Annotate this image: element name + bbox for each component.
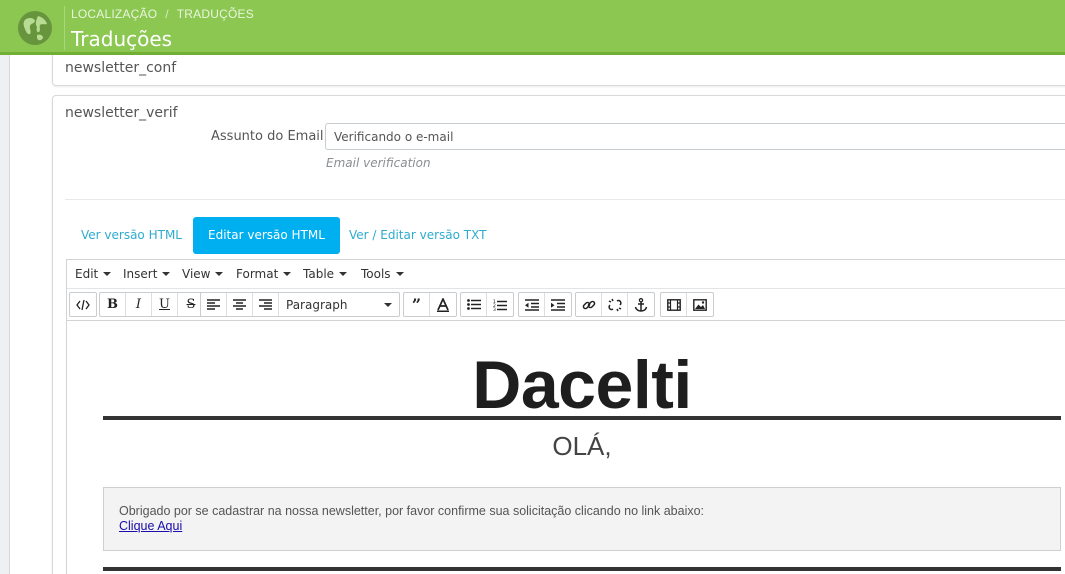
menu-table[interactable]: Table <box>303 267 348 281</box>
menu-insert[interactable]: Insert <box>123 267 171 281</box>
panel-title: newsletter_verif <box>65 105 178 121</box>
email-subject-label: Assunto do Email <box>211 129 324 144</box>
menu-label: View <box>182 267 211 281</box>
link-group <box>575 292 655 317</box>
media-icon[interactable] <box>661 293 687 316</box>
editor-menubar: Edit Insert View Format Table Tools <box>67 260 1065 289</box>
email-subject-input[interactable] <box>325 123 1065 150</box>
header-divider <box>64 6 65 50</box>
editor-toolbar: B I U S Paragraph ” 1 2 3 <box>67 289 1065 321</box>
align-format-group: Paragraph <box>200 292 400 317</box>
outdent-icon[interactable] <box>519 293 545 316</box>
breadcrumb-item-localization[interactable]: LOCALIZAÇÃO <box>71 7 157 21</box>
text-style-group: B I U S <box>99 292 205 317</box>
tab-view-html[interactable]: Ver versão HTML <box>66 217 197 254</box>
menu-format[interactable]: Format <box>236 267 292 281</box>
caret-down-icon <box>339 272 348 276</box>
underline-icon[interactable]: U <box>152 293 178 316</box>
page-title: Traduções <box>71 27 173 51</box>
breadcrumb-separator: / <box>165 7 169 21</box>
menu-label: Insert <box>123 267 158 281</box>
menu-view[interactable]: View <box>182 267 224 281</box>
newsletter-verif-panel: newsletter_verif Assunto do Email Email … <box>52 95 1065 574</box>
caret-down-icon <box>384 302 392 307</box>
breadcrumb-item-translations[interactable]: TRADUÇÕES <box>177 7 254 21</box>
align-right-icon[interactable] <box>253 293 279 316</box>
sidebar-edge <box>9 55 10 574</box>
page-header: LOCALIZAÇÃO / TRADUÇÕES Traduções <box>0 0 1065 55</box>
unlink-icon[interactable] <box>602 293 628 316</box>
numbered-list-icon[interactable]: 123 <box>487 293 513 316</box>
caret-down-icon <box>395 272 404 276</box>
editor-content[interactable]: Dacelti OLÁ, Obrigado por se cadastrar n… <box>67 321 1065 574</box>
caret-down-icon <box>215 272 224 276</box>
menu-edit[interactable]: Edit <box>75 267 112 281</box>
email-confirm-link[interactable]: Clique Aqui <box>119 519 182 533</box>
tab-edit-html[interactable]: Editar versão HTML <box>193 217 340 254</box>
caret-down-icon <box>103 272 112 276</box>
menu-tools[interactable]: Tools <box>361 267 404 281</box>
bold-icon[interactable]: B <box>100 293 126 316</box>
indent-group <box>518 292 572 317</box>
italic-icon[interactable]: I <box>126 293 152 316</box>
block-format-value: Paragraph <box>286 297 348 312</box>
blockquote-icon[interactable]: ” <box>404 293 430 316</box>
section-divider <box>65 199 1065 200</box>
media-group <box>660 292 714 317</box>
menu-label: Format <box>236 267 279 281</box>
email-message-box: Obrigado por se cadastrar na nossa newsl… <box>103 487 1061 551</box>
caret-down-icon <box>162 272 171 276</box>
caret-down-icon <box>283 272 292 276</box>
email-subject-help: Email verification <box>326 156 431 170</box>
menu-label: Tools <box>361 267 391 281</box>
email-brand: Dacelti <box>472 347 692 423</box>
anchor-icon[interactable] <box>628 293 654 316</box>
menu-label: Edit <box>75 267 99 281</box>
email-divider-bottom <box>103 567 1061 571</box>
globe-icon <box>17 10 53 46</box>
block-format-select[interactable]: Paragraph <box>279 293 399 316</box>
breadcrumb: LOCALIZAÇÃO / TRADUÇÕES <box>71 7 254 21</box>
rich-text-editor: Edit Insert View Format Table Tools B I … <box>66 259 1065 574</box>
tab-view-edit-txt[interactable]: Ver / Editar versão TXT <box>334 217 501 254</box>
list-group: 123 <box>460 292 514 317</box>
source-group <box>69 292 97 317</box>
align-left-icon[interactable] <box>201 293 227 316</box>
indent-icon[interactable] <box>545 293 571 316</box>
panel-title: newsletter_conf <box>65 60 177 76</box>
image-icon[interactable] <box>687 293 713 316</box>
menu-label: Table <box>303 267 335 281</box>
bullet-list-icon[interactable] <box>461 293 487 316</box>
email-message: Obrigado por se cadastrar na nossa newsl… <box>119 504 705 518</box>
quote-color-group: ” <box>403 292 457 317</box>
code-icon[interactable] <box>70 293 96 316</box>
text-color-icon[interactable] <box>430 293 456 316</box>
align-center-icon[interactable] <box>227 293 253 316</box>
email-greeting: OLÁ, <box>552 431 612 461</box>
link-icon[interactable] <box>576 293 602 316</box>
svg-text:3: 3 <box>493 307 496 311</box>
email-divider <box>103 416 1061 420</box>
newsletter-conf-panel: newsletter_conf <box>52 55 1065 86</box>
